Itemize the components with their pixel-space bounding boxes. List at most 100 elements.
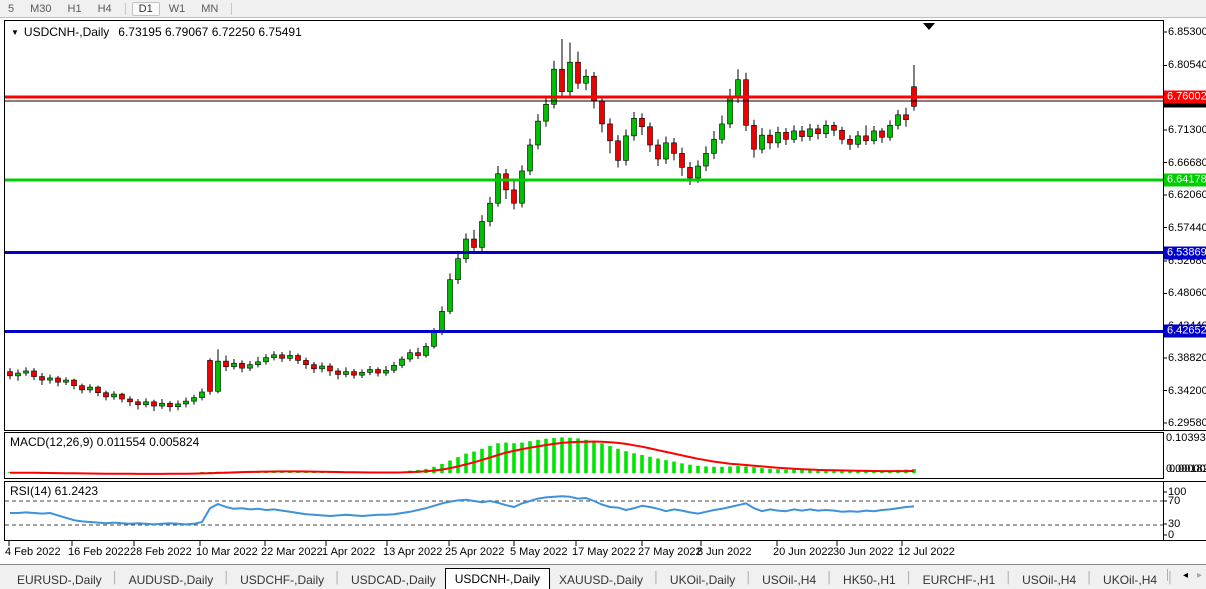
bear-candle <box>616 141 621 161</box>
bull-candle <box>264 358 269 362</box>
bear-candle <box>832 125 837 130</box>
macd-histogram-bar <box>456 457 460 473</box>
bear-candle <box>880 131 885 137</box>
tab-usoil[interactable]: USOil-,H4 <box>1013 571 1085 589</box>
tab-eurchf[interactable]: EURCHF-,H1 <box>914 571 1005 589</box>
bull-candle <box>520 171 525 203</box>
bull-candle <box>288 356 293 359</box>
chart-title: ▼USDCNH-,Daily6.73195 6.79067 6.72250 6.… <box>11 25 302 39</box>
macd-histogram-bar <box>632 453 636 473</box>
price-axis-label: 6.66680 <box>1168 157 1206 169</box>
bear-candle <box>128 399 133 402</box>
bull-candle <box>448 280 453 312</box>
bull-candle <box>464 239 469 259</box>
tab-usoil[interactable]: USOil-,H4 <box>753 571 825 589</box>
bull-candle <box>856 136 861 144</box>
macd-histogram-bar <box>496 443 500 473</box>
bull-candle <box>424 346 429 355</box>
macd-histogram-bar <box>672 462 676 473</box>
bull-candle <box>272 355 277 358</box>
bull-candle <box>808 129 813 137</box>
tab-audusd[interactable]: AUDUSD-,Daily <box>120 571 223 589</box>
bull-candle <box>528 145 533 171</box>
bear-candle <box>40 377 45 381</box>
price-badge: 6.42652 <box>1164 325 1206 338</box>
bear-candle <box>600 101 605 124</box>
tab-ukoil[interactable]: UKOil-,Daily <box>661 571 744 589</box>
bull-candle <box>248 365 253 369</box>
date-label: 5 May 2022 <box>510 546 567 558</box>
macd-histogram-bar <box>776 469 780 473</box>
tab-separator: │ <box>222 572 231 584</box>
bull-candle <box>776 132 781 143</box>
bull-candle <box>176 404 181 407</box>
bear-candle <box>120 394 125 399</box>
macd-histogram-bar <box>528 441 532 473</box>
date-label: 22 Mar 2022 <box>261 546 323 558</box>
bull-candle <box>664 143 669 159</box>
tab-usdcnh[interactable]: USDCNH-,Daily <box>445 568 550 589</box>
bear-candle <box>352 372 357 376</box>
price-axis-label: 6.29580 <box>1168 417 1206 429</box>
bull-candle <box>48 378 53 380</box>
tab-xauusd[interactable]: XAUUSD-,Daily <box>550 571 652 589</box>
bear-candle <box>472 239 477 247</box>
macd-axis-value-label: 0.001829 <box>1169 463 1206 475</box>
tab-separator: │ <box>825 572 834 584</box>
bull-candle <box>368 370 373 373</box>
date-label: 8 Jun 2022 <box>697 546 751 558</box>
bull-candle <box>160 403 165 406</box>
tab-eurusd[interactable]: EURUSD-,Daily <box>8 571 111 589</box>
price-axis-label: 6.71300 <box>1168 124 1206 136</box>
bear-candle <box>904 115 909 120</box>
bull-candle <box>760 135 765 149</box>
bull-candle <box>624 136 629 161</box>
bear-candle <box>56 378 61 382</box>
symbol-tabbar: EURUSD-,Daily│AUDUSD-,Daily│USDCHF-,Dail… <box>0 564 1206 589</box>
scroll-right-icon[interactable]: ▸ <box>1197 570 1202 581</box>
bear-candle <box>656 145 661 159</box>
dropdown-triangle-icon: ▼ <box>11 28 19 37</box>
chart-symbol-period: USDCNH-,Daily <box>24 25 109 39</box>
bull-candle <box>440 311 445 332</box>
bear-candle <box>800 131 805 137</box>
tab-usdcad[interactable]: USDCAD-,Daily <box>342 571 445 589</box>
macd-histogram-bar <box>624 451 628 473</box>
bear-candle <box>744 80 749 126</box>
bear-candle <box>336 371 341 375</box>
tab-hk50[interactable]: HK50-,H1 <box>834 571 905 589</box>
bull-candle <box>792 131 797 139</box>
bull-candle <box>184 401 189 404</box>
bull-candle <box>584 76 589 83</box>
price-badge: 6.76002 <box>1164 91 1206 104</box>
macd-histogram-bar <box>648 457 652 473</box>
price-axis-label: 6.62060 <box>1168 189 1206 201</box>
price-badge: 6.53869 <box>1164 246 1206 259</box>
macd-histogram-bar <box>640 455 644 473</box>
macd-histogram-bar <box>696 466 700 473</box>
bear-candle <box>296 356 301 361</box>
bear-candle <box>608 124 613 141</box>
price-axis-label: 6.34200 <box>1168 385 1206 397</box>
chart-canvas[interactable] <box>0 0 1206 564</box>
tabbar-divider: │ <box>1165 570 1171 581</box>
bull-candle <box>824 125 829 133</box>
bear-candle <box>848 139 853 144</box>
bear-candle <box>304 360 309 364</box>
bear-candle <box>864 136 869 141</box>
bull-candle <box>704 153 709 166</box>
scroll-left-icon[interactable]: ◂ <box>1183 570 1188 581</box>
bear-candle <box>648 127 653 145</box>
date-label: 25 Apr 2022 <box>445 546 504 558</box>
last-bar-marker-icon <box>923 23 935 30</box>
bear-candle <box>672 143 677 154</box>
bull-candle <box>896 115 901 126</box>
bear-candle <box>640 118 645 126</box>
bull-candle <box>192 398 197 402</box>
bull-candle <box>232 363 237 367</box>
bear-candle <box>328 366 333 371</box>
bull-candle <box>200 392 205 398</box>
bear-candle <box>560 69 565 91</box>
tab-usdchf[interactable]: USDCHF-,Daily <box>231 571 333 589</box>
tab-ukoil[interactable]: UKOil-,H4 <box>1094 571 1166 589</box>
